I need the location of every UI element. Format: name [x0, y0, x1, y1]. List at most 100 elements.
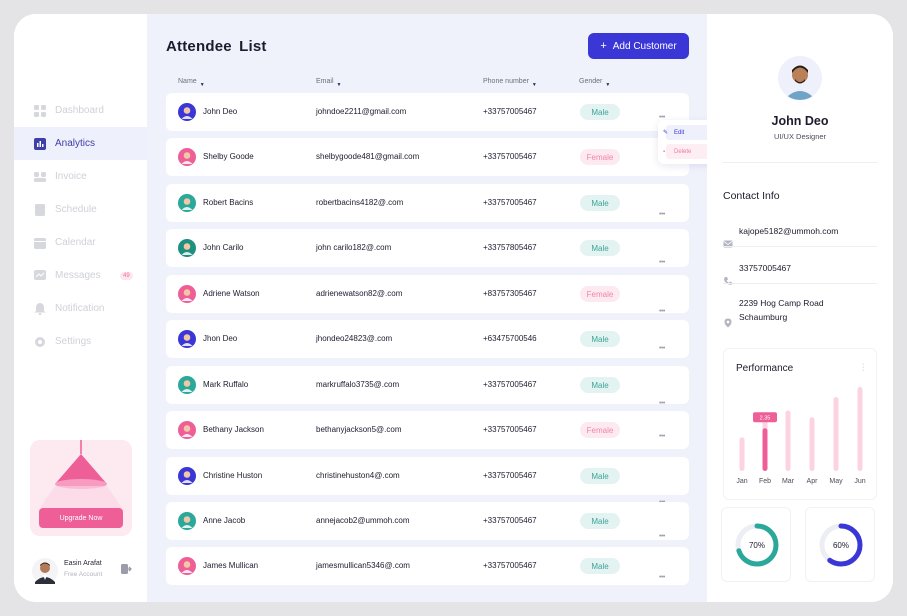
sidebar-item-label: Notification: [55, 303, 105, 314]
unread-count-badge: 49: [120, 271, 133, 280]
table-row[interactable]: Christine Huston christinehuston4@.com +33…: [166, 457, 689, 506]
bar-tooltip-value: 2.35: [760, 415, 771, 421]
attendee-phone: +33757005467: [483, 152, 537, 161]
table-row[interactable]: James Mullican jamesmullican5346@.com +337…: [166, 547, 689, 585]
column-header-label: Name: [178, 78, 197, 85]
attendee-email: markruffalo3735@.com: [316, 380, 400, 389]
settings-icon: [34, 336, 46, 348]
phone-value[interactable]: 33757005467: [739, 261, 791, 275]
sidebar: Dashboard Analytics Invoice Schedule Calenda…: [14, 14, 147, 602]
calendar-icon: [34, 237, 46, 249]
app-frame: Dashboard Analytics Invoice Schedule Calenda…: [14, 14, 893, 602]
table-row[interactable]: Bethany Jackson bethanyjackson5@.com +3375…: [166, 411, 689, 449]
gender-badge: Male: [580, 513, 620, 529]
sidebar-item-schedule[interactable]: Schedule: [14, 193, 147, 226]
upgrade-now-button[interactable]: Upgrade Now: [39, 508, 123, 528]
profile-panel: John Deo UI/UX Designer Contact Info kaj…: [707, 14, 893, 602]
column-header-label: Email: [316, 78, 334, 85]
address-value: 2239 Hog Camp Road Schaumburg: [739, 296, 824, 324]
row-more-icon[interactable]: •••: [659, 308, 665, 315]
sidebar-item-analytics[interactable]: Analytics: [14, 127, 147, 160]
attendee-phone: +63475700546: [483, 334, 537, 343]
sidebar-item-settings[interactable]: Settings: [14, 325, 147, 358]
table-row[interactable]: Jhon Deo jhondeo24823@.com +63475700546 Mal…: [166, 320, 689, 358]
sidebar-item-label: Settings: [55, 336, 92, 347]
attendee-name: Shelby Goode: [203, 152, 254, 161]
attendee-name: Bethany Jackson: [203, 425, 264, 434]
avatar: [178, 512, 196, 530]
schedule-icon: [34, 203, 46, 216]
column-header-gender[interactable]: Gender ▼: [579, 78, 611, 88]
notification-icon: [34, 302, 46, 315]
attendee-phone: +33757005467: [483, 198, 537, 207]
table-row[interactable]: Robert Bacins robertbacins4182@.com +33757…: [166, 184, 689, 222]
table-row[interactable]: Anne Jacob annejacob2@ummoh.com +337570054…: [166, 502, 689, 540]
attendee-phone: +33757005467: [483, 425, 537, 434]
attendee-email: johndoe2211@gmail.com: [316, 107, 407, 116]
add-customer-label: Add Customer: [612, 40, 677, 52]
row-more-icon[interactable]: •••: [659, 345, 665, 352]
table-row[interactable]: John Deo johndoe2211@gmail.com +3375700546…: [166, 93, 689, 131]
column-header-label: Phone number: [483, 78, 529, 85]
phone-icon: [724, 277, 732, 285]
add-customer-button[interactable]: + Add Customer: [588, 33, 689, 59]
column-header-email[interactable]: Email ▼: [316, 78, 342, 88]
gender-badge: Male: [580, 558, 620, 574]
dashboard-icon: [34, 104, 46, 117]
avatar: [178, 194, 196, 212]
avatar: [178, 285, 196, 303]
sort-caret-icon: ▼: [605, 82, 611, 88]
sidebar-item-label: Calendar: [55, 237, 96, 248]
column-header-name[interactable]: Name ▼: [178, 78, 205, 88]
row-more-icon[interactable]: •••: [659, 400, 665, 407]
attendee-name: Jhon Deo: [203, 334, 238, 343]
logout-icon[interactable]: [120, 563, 132, 575]
column-header-phone[interactable]: Phone number ▼: [483, 78, 537, 88]
table-row[interactable]: John Carilo john carilo182@.com +337578054…: [166, 229, 689, 267]
attendee-phone: +33757005467: [483, 516, 537, 525]
bar-jan: [739, 437, 745, 471]
table-row[interactable]: Shelby Goode shelbygoode481@gmail.com +337…: [166, 138, 689, 176]
sidebar-item-messages[interactable]: Messages 49: [14, 259, 147, 292]
sidebar-item-invoice[interactable]: Invoice: [14, 160, 147, 193]
attendee-name: Anne Jacob: [203, 516, 246, 525]
profile-role: UI/UX Designer: [773, 132, 827, 141]
plus-icon: +: [600, 40, 607, 52]
sidebar-item-dashboard[interactable]: Dashboard: [14, 94, 147, 127]
current-user[interactable]: Easin Arafat Free Account: [32, 557, 142, 587]
gender-badge: Male: [580, 331, 620, 347]
gender-badge: Male: [580, 195, 620, 211]
attendee-name: Christine Huston: [203, 471, 263, 480]
attendee-name: James Mullican: [203, 561, 259, 570]
divider: [723, 246, 877, 247]
address-line-1: 2239 Hog Camp Road: [739, 298, 824, 308]
gender-badge: Male: [580, 468, 620, 484]
sidebar-item-calendar[interactable]: Calendar: [14, 226, 147, 259]
x-axis-label: May: [829, 478, 843, 485]
row-more-icon[interactable]: •••: [659, 211, 665, 218]
gender-badge: Male: [580, 377, 620, 393]
attendee-name: Mark Ruffalo: [203, 380, 249, 389]
row-more-icon[interactable]: •••: [659, 433, 665, 440]
attendee-phone: +33757005467: [483, 380, 537, 389]
attendee-email: john carilo182@.com: [316, 243, 392, 252]
profile-name: John Deo: [771, 114, 829, 128]
user-role: Free Account: [64, 571, 103, 578]
email-value[interactable]: kajope5182@ummoh.com: [739, 224, 838, 238]
location-pin-icon: [724, 318, 732, 328]
sidebar-item-label: Analytics: [55, 138, 96, 149]
sort-caret-icon: ▼: [336, 82, 342, 88]
attendee-email: bethanyjackson5@.com: [316, 425, 402, 434]
performance-card: Performance · · · Jan 2.35 Feb Mar Apr May Jun: [723, 348, 877, 500]
attendee-email: jhondeo24823@.com: [316, 334, 393, 343]
table-row[interactable]: Adriene Watson adrienewatson82@.com +83757…: [166, 275, 689, 315]
main-content: Attendee List + Add Customer Name ▼ Email…: [147, 14, 729, 602]
bar-highlight-feb: [762, 428, 768, 471]
row-more-icon[interactable]: •••: [659, 574, 665, 581]
row-more-icon[interactable]: •••: [659, 533, 665, 540]
sidebar-item-notification[interactable]: Notification: [14, 292, 147, 325]
x-axis-label: Jan: [736, 478, 747, 485]
row-more-icon[interactable]: •••: [659, 259, 665, 266]
column-header-label: Gender: [579, 78, 603, 85]
table-row[interactable]: Mark Ruffalo markruffalo3735@.com +3375700…: [166, 366, 689, 407]
